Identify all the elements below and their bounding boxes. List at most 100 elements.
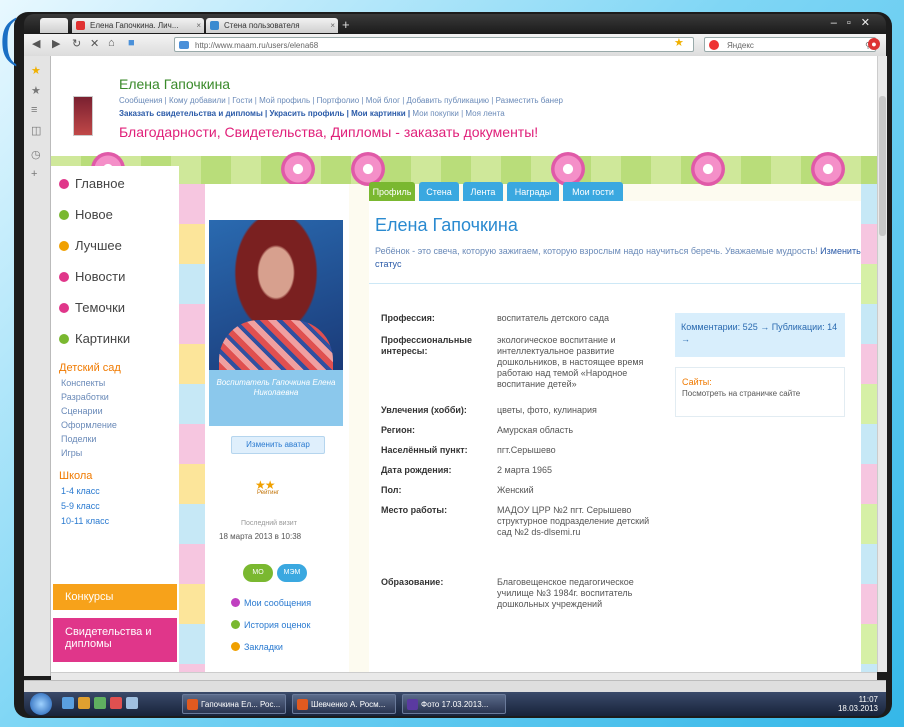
home-icon[interactable]: ⌂: [108, 37, 115, 49]
plus-icon[interactable]: +: [31, 168, 37, 180]
decorative-strip: [179, 184, 205, 672]
tab-profile[interactable]: Профиль: [369, 182, 415, 202]
tab-profile[interactable]: Елена Гапочкина. Лич... ×: [72, 18, 204, 33]
favicon-icon: [76, 21, 85, 30]
clock-icon[interactable]: ◷: [31, 148, 41, 161]
menu-sub-link[interactable]: 10-11 класс: [61, 516, 109, 526]
history-icon[interactable]: ◫: [31, 124, 41, 137]
user-name-link[interactable]: Елена Гапочкина: [119, 76, 230, 92]
stop-icon[interactable]: ✕: [90, 37, 99, 50]
vertical-scrollbar[interactable]: [877, 56, 887, 672]
link-label: История оценок: [244, 620, 311, 630]
tab-pinned[interactable]: [40, 18, 68, 33]
badge-pill[interactable]: МО: [243, 564, 273, 582]
profile-main: Елена Гапочкина Ребёнок - это свеча, кот…: [369, 201, 877, 672]
section-title-school[interactable]: Школа: [59, 470, 92, 482]
feed-icon[interactable]: ≡: [31, 104, 37, 116]
user-links-row-bold[interactable]: Заказать свидетельства и дипломы | Украс…: [119, 109, 505, 118]
star-icon[interactable]: ★: [31, 64, 41, 77]
menu-sub-link[interactable]: 5-9 класс: [61, 501, 100, 511]
search-engine-icon: [709, 40, 719, 50]
menu-sub-link[interactable]: Сценарии: [61, 406, 103, 416]
bullet-icon: [59, 272, 69, 282]
normal-links[interactable]: Мои покупки | Моя лента: [410, 109, 504, 118]
bookmark-star-icon[interactable]: ★: [674, 36, 684, 49]
taskbar-item[interactable]: Гапочкина Ел... Рос...: [182, 694, 286, 714]
stats-box[interactable]: Комментарии: 525 → Публикации: 14 →: [675, 313, 845, 357]
bullet-icon: [59, 241, 69, 251]
avatar[interactable]: [73, 96, 93, 136]
scroll-thumb[interactable]: [879, 96, 886, 236]
bullet-icon: [59, 334, 69, 344]
browser-tab-bar: Елена Гапочкина. Лич... × Стена пользова…: [24, 14, 886, 34]
addon-icon[interactable]: ●: [868, 38, 880, 50]
search-placeholder: Яндекс: [727, 41, 754, 50]
menu-sub-link[interactable]: Поделки: [61, 434, 96, 444]
menu-item-pictures[interactable]: Картинки: [59, 331, 130, 346]
field-label: Место работы:: [381, 505, 448, 515]
change-avatar-button[interactable]: Изменить аватар: [231, 436, 325, 454]
link-label: Мои сообщения: [244, 598, 312, 608]
reload-icon[interactable]: ↻: [72, 37, 81, 50]
close-icon[interactable]: ×: [330, 18, 335, 33]
menu-item-best[interactable]: Лучшее: [59, 238, 122, 253]
user-links-row[interactable]: Сообщения | Кому добавили | Гости | Мой …: [119, 96, 563, 105]
profile-photo[interactable]: [209, 220, 343, 370]
tab-awards[interactable]: Награды: [507, 182, 559, 202]
menu-sub-link[interactable]: Конспекты: [61, 378, 105, 388]
address-text: http://www.maam.ru/users/elena68: [195, 41, 319, 50]
menu-label: Главное: [75, 176, 125, 191]
task-label: Гапочкина Ел... Рос...: [201, 700, 281, 709]
tab-wall[interactable]: Стена пользователя ×: [206, 18, 338, 33]
quicklaunch-icon[interactable]: [78, 697, 90, 709]
menu-item-news[interactable]: Новости: [59, 269, 125, 284]
menu-item-new[interactable]: Новое: [59, 207, 113, 222]
forward-icon[interactable]: ▶: [52, 37, 60, 50]
search-box[interactable]: Яндекс ⚲: [704, 37, 876, 52]
field-value: Благовещенское педагогическое училище №3…: [497, 577, 634, 609]
menu-item-main[interactable]: Главное: [59, 176, 125, 191]
tab-feed[interactable]: Лента: [463, 182, 503, 202]
bold-links[interactable]: Заказать свидетельства и дипломы | Украс…: [119, 109, 410, 118]
new-tab-button[interactable]: +: [342, 17, 350, 32]
menu-item-topics[interactable]: Темочки: [59, 300, 125, 315]
promo-link[interactable]: Благодарности, Свидетельства, Дипломы - …: [119, 124, 538, 140]
section-title-kindergarten[interactable]: Детский сад: [59, 362, 121, 374]
last-visit-value: 18 марта 2013 в 10:38: [219, 532, 302, 541]
user-header: Елена Гапочкина Сообщения | Кому добавил…: [51, 56, 877, 156]
profile-column: Воспитатель Гапочкина Елена Николаевна И…: [205, 184, 349, 672]
system-clock[interactable]: 11:07 18.03.2013: [838, 695, 878, 713]
contests-button[interactable]: Конкурсы: [53, 584, 177, 610]
sites-text[interactable]: Посмотреть на страничке сайте: [682, 388, 838, 400]
quicklaunch-icon[interactable]: [94, 697, 106, 709]
menu-sub-link[interactable]: Оформление: [61, 420, 117, 430]
back-icon[interactable]: ◀: [32, 37, 40, 50]
badge-pill[interactable]: МЭМ: [277, 564, 307, 582]
bookmarks-icon[interactable]: ★: [31, 84, 41, 97]
menu-sub-link[interactable]: Игры: [61, 448, 82, 458]
field-value: МАДОУ ЦРР №2 пгт. Серышево структурное п…: [497, 505, 650, 537]
diplomas-button[interactable]: Свидетельства и дипломы: [53, 618, 177, 662]
field-label: Увлечения (хобби):: [381, 405, 467, 415]
tab-label: Стена пользователя: [224, 21, 300, 30]
start-button[interactable]: [30, 693, 52, 715]
taskbar-item[interactable]: Шевченко А. Росм...: [292, 694, 396, 714]
status-text: Ребёнок - это свеча, которую зажигаем, к…: [375, 245, 865, 271]
window-controls[interactable]: –▫✕: [831, 16, 880, 29]
close-icon[interactable]: ×: [196, 18, 201, 33]
tab-guests[interactable]: Мои гости: [563, 182, 623, 202]
rating-history-link[interactable]: История оценок: [231, 620, 310, 630]
bookmarks-link[interactable]: Закладки: [231, 642, 283, 652]
menu-sub-link[interactable]: 1-4 класс: [61, 486, 100, 496]
tab-wall[interactable]: Стена: [419, 182, 459, 202]
quicklaunch-icon[interactable]: [126, 697, 138, 709]
taskbar-item[interactable]: Фото 17.03.2013...: [402, 694, 506, 714]
quicklaunch-icon[interactable]: [62, 697, 74, 709]
menu-sub-link[interactable]: Разработки: [61, 392, 109, 402]
menu-label: Лучшее: [75, 238, 122, 253]
field-label: Регион:: [381, 425, 415, 435]
quicklaunch-icon[interactable]: [110, 697, 122, 709]
my-messages-link[interactable]: Мои сообщения: [231, 598, 311, 608]
address-bar[interactable]: http://www.maam.ru/users/elena68: [174, 37, 694, 52]
site-info-icon[interactable]: ■: [128, 37, 135, 49]
